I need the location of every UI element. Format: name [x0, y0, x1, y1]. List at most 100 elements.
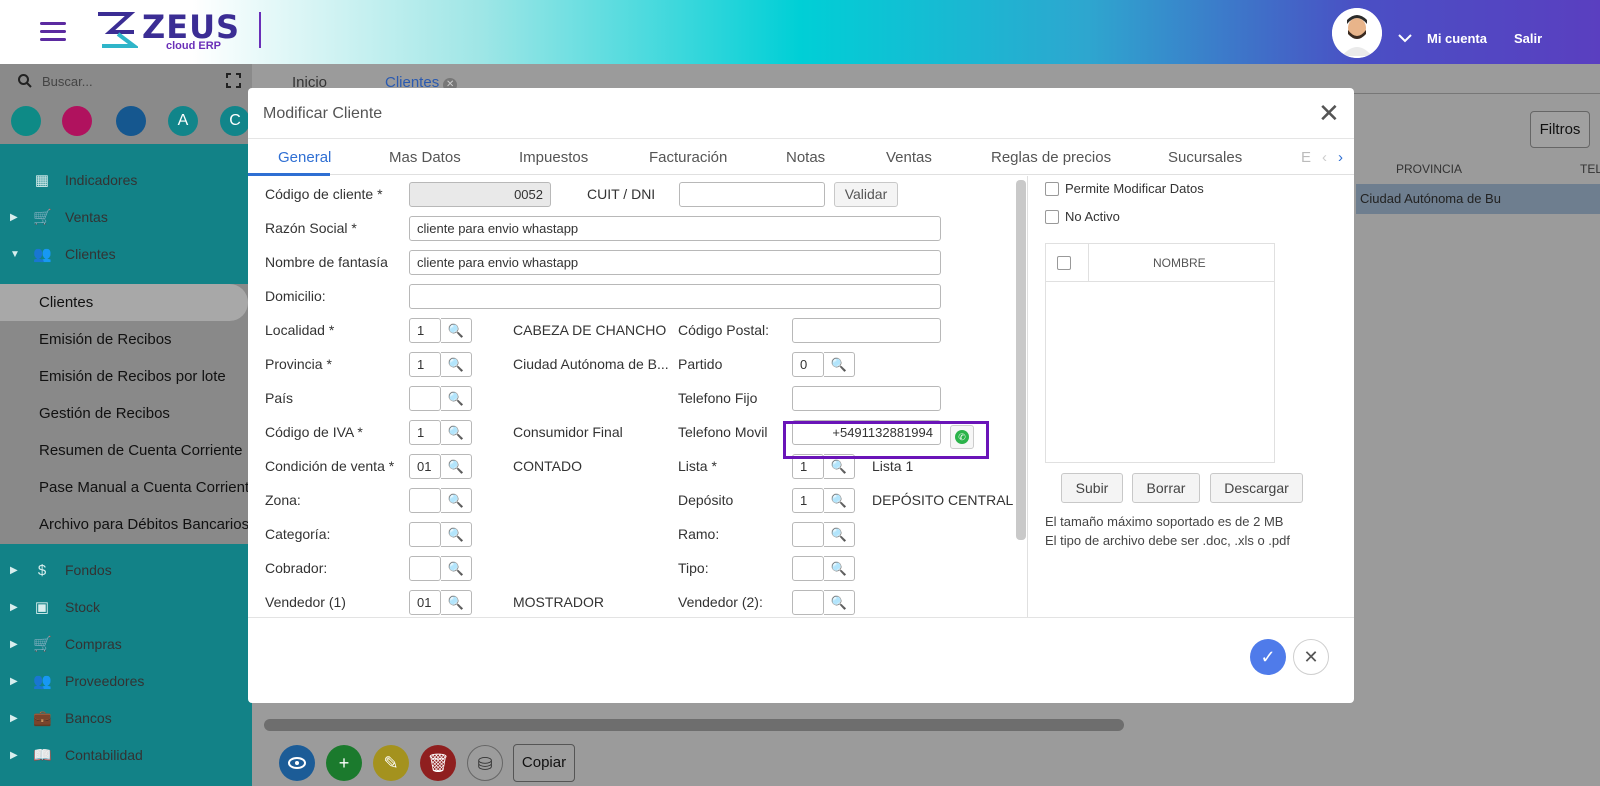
shortcut-c[interactable]: C: [220, 106, 250, 136]
shortcut-3[interactable]: [116, 106, 146, 136]
column-telefono[interactable]: TEL: [1580, 162, 1600, 176]
iva-code-field[interactable]: 1: [409, 420, 441, 445]
shortcut-2[interactable]: [62, 106, 92, 136]
search-icon[interactable]: 🔍: [824, 556, 855, 581]
categoria-code-field[interactable]: [409, 522, 441, 547]
submenu-item-pase-manual[interactable]: Pase Manual a Cuenta Corriente: [0, 469, 257, 506]
delete-button[interactable]: 🗑: [420, 745, 456, 781]
search-icon[interactable]: 🔍: [441, 590, 472, 615]
sidebar-item-proveedores[interactable]: ▶ 👥 Proveedores: [0, 663, 252, 700]
tab-mas-datos[interactable]: Mas Datos: [389, 149, 461, 166]
tab-general[interactable]: General: [278, 149, 331, 166]
sidebar-item-indicadores[interactable]: ▦ Indicadores: [0, 162, 252, 199]
column-provincia[interactable]: PROVINCIA: [1396, 162, 1462, 176]
fantasia-field[interactable]: cliente para envio whastapp: [409, 250, 941, 275]
fullscreen-icon[interactable]: [226, 73, 241, 93]
chevron-down-icon[interactable]: [1398, 30, 1412, 46]
submenu-item-emision-recibos-lote[interactable]: Emisión de Recibos por lote: [0, 358, 252, 395]
search-icon[interactable]: 🔍: [441, 488, 472, 513]
tab-notas[interactable]: Notas: [786, 149, 825, 166]
search-icon[interactable]: 🔍: [441, 454, 472, 479]
search-icon[interactable]: 🔍: [441, 556, 472, 581]
sidebar-item-fondos[interactable]: ▶ $ Fondos: [0, 552, 252, 589]
search-input[interactable]: [42, 74, 192, 89]
add-button[interactable]: +: [326, 745, 362, 781]
zona-code-field[interactable]: [409, 488, 441, 513]
close-icon[interactable]: ✕: [1318, 100, 1340, 126]
sidebar-item-ventas[interactable]: ▶ 🛒 Ventas: [0, 199, 252, 236]
deposito-code-field[interactable]: 1: [792, 488, 824, 513]
tab-reglas-precios[interactable]: Reglas de precios: [991, 149, 1111, 166]
search-icon[interactable]: 🔍: [824, 488, 855, 513]
hamburger-menu-icon[interactable]: [40, 22, 66, 42]
search-icon[interactable]: 🔍: [441, 386, 472, 411]
sidebar-item-bancos[interactable]: ▶ 💼 Bancos: [0, 700, 252, 737]
avatar[interactable]: [1332, 8, 1382, 58]
search-icon[interactable]: 🔍: [441, 522, 472, 547]
shortcut-1[interactable]: [11, 106, 41, 136]
edit-button[interactable]: ✎: [373, 745, 409, 781]
upload-button[interactable]: Subir: [1061, 473, 1123, 503]
search-icon[interactable]: 🔍: [824, 352, 855, 377]
search-icon[interactable]: 🔍: [824, 590, 855, 615]
tab-more[interactable]: E: [1301, 149, 1311, 166]
shortcut-a[interactable]: A: [168, 106, 198, 136]
download-button[interactable]: Descargar: [1210, 473, 1303, 503]
localidad-code-field[interactable]: 1: [409, 318, 441, 343]
label-iva: Código de IVA *: [265, 424, 363, 440]
tab-impuestos[interactable]: Impuestos: [519, 149, 588, 166]
sidebar-item-compras[interactable]: ▶ 🛒 Compras: [0, 626, 252, 663]
cuit-field[interactable]: [679, 182, 825, 207]
vendedor2-code-field[interactable]: [792, 590, 824, 615]
column-nombre[interactable]: NOMBRE: [1153, 256, 1206, 270]
select-all-checkbox[interactable]: [1057, 256, 1071, 270]
permite-modificar-checkbox[interactable]: [1045, 182, 1059, 196]
cancel-button[interactable]: ✕: [1293, 639, 1329, 675]
condicion-code-field[interactable]: 01: [409, 454, 441, 479]
submenu-item-emision-recibos[interactable]: Emisión de Recibos: [0, 321, 252, 358]
search-icon[interactable]: 🔍: [441, 318, 472, 343]
search-icon[interactable]: 🔍: [441, 352, 472, 377]
delete-file-button[interactable]: Borrar: [1132, 473, 1200, 503]
table-row[interactable]: Ciudad Autónoma de Bu: [1356, 184, 1600, 214]
telefono-fijo-field[interactable]: [792, 386, 941, 411]
pais-code-field[interactable]: [409, 386, 441, 411]
partido-code-field[interactable]: 0: [792, 352, 824, 377]
copy-button[interactable]: Copiar: [513, 744, 575, 782]
submenu-item-resumen-cuenta[interactable]: Resumen de Cuenta Corriente: [0, 432, 252, 469]
submenu-item-debitos-bancarios[interactable]: Archivo para Débitos Bancarios: [0, 506, 252, 543]
validate-button[interactable]: Validar: [834, 182, 898, 207]
ramo-code-field[interactable]: [792, 522, 824, 547]
modify-client-dialog: Modificar Cliente ✕ General Mas Datos Im…: [248, 88, 1354, 703]
confirm-button[interactable]: ✓: [1250, 639, 1286, 675]
vertical-scrollbar[interactable]: [1016, 180, 1026, 540]
submenu-item-clientes[interactable]: Clientes: [0, 284, 248, 321]
chevron-left-icon[interactable]: ‹: [1322, 149, 1327, 166]
view-button[interactable]: [279, 745, 315, 781]
sidebar-item-stock[interactable]: ▶ ▣ Stock: [0, 589, 252, 626]
sidebar-item-clientes[interactable]: ▼ 👥 Clientes: [0, 236, 252, 273]
export-button[interactable]: ⛁: [467, 745, 503, 781]
account-menu[interactable]: Mi cuenta: [1427, 31, 1487, 46]
no-activo-checkbox[interactable]: [1045, 210, 1059, 224]
search-icon[interactable]: 🔍: [824, 522, 855, 547]
search-icon[interactable]: 🔍: [441, 420, 472, 445]
sidebar-item-contabilidad[interactable]: ▶ 📖 Contabilidad: [0, 737, 252, 774]
whatsapp-button[interactable]: ✆: [950, 425, 974, 449]
submenu-item-gestion-recibos[interactable]: Gestión de Recibos: [0, 395, 252, 432]
chevron-right-icon[interactable]: ›: [1338, 149, 1343, 166]
vendedor1-code-field[interactable]: 01: [409, 590, 441, 615]
horizontal-scrollbar[interactable]: [264, 719, 1124, 731]
label-provincia: Provincia *: [265, 356, 332, 372]
tipo-code-field[interactable]: [792, 556, 824, 581]
tab-ventas[interactable]: Ventas: [886, 149, 932, 166]
codigo-postal-field[interactable]: [792, 318, 941, 343]
razon-social-field[interactable]: cliente para envio whastapp: [409, 216, 941, 241]
tab-sucursales[interactable]: Sucursales: [1168, 149, 1242, 166]
logout-link[interactable]: Salir: [1514, 31, 1542, 46]
provincia-code-field[interactable]: 1: [409, 352, 441, 377]
cobrador-code-field[interactable]: [409, 556, 441, 581]
domicilio-field[interactable]: [409, 284, 941, 309]
filters-button[interactable]: Filtros: [1530, 111, 1590, 148]
tab-facturacion[interactable]: Facturación: [649, 149, 727, 166]
